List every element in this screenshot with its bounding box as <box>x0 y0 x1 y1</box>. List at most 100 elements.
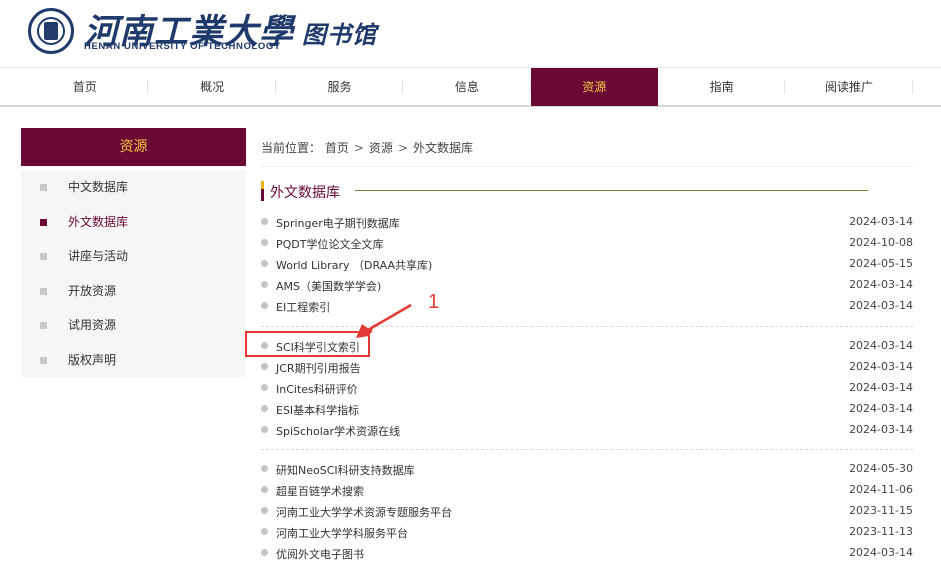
nav-item-overview[interactable]: 概况 <box>148 68 277 106</box>
bullet-dot-icon <box>261 302 268 309</box>
bullet-dot-icon <box>261 486 268 493</box>
list-item[interactable]: ESI基本科学指标 2024-03-14 <box>261 399 913 420</box>
nav-item-home[interactable]: 首页 <box>21 68 149 106</box>
list-item-title[interactable]: 研知NeoSCI科研支持数据库 <box>276 462 415 478</box>
list-group-divider <box>261 449 913 450</box>
list-item-date: 2024-03-14 <box>849 360 913 373</box>
nav-item-services[interactable]: 服务 <box>276 68 404 106</box>
site-header: 河南工業大學 图书馆 HENAN UNIVERSITY OF TECHNOLOGY <box>0 0 941 67</box>
list-item[interactable]: 优阅外文电子图书 2024-03-14 <box>261 543 913 564</box>
bullet-dot-icon <box>261 281 268 288</box>
sidebar-title: 资源 <box>21 128 246 166</box>
bullet-dot-icon <box>261 405 268 412</box>
list-item[interactable]: 研知NeoSCI科研支持数据库 2024-05-30 <box>261 459 913 480</box>
bullet-dot-icon <box>261 239 268 246</box>
list-item-title[interactable]: 河南工业大学学术资源专题服务平台 <box>276 504 452 520</box>
breadcrumb-sep: > <box>397 141 408 155</box>
list-item-title[interactable]: ESI基本科学指标 <box>276 402 359 418</box>
list-group-divider <box>261 326 913 327</box>
bullet-dot-icon <box>261 260 268 267</box>
list-item[interactable]: Springer电子期刊数据库 2024-03-14 <box>261 212 913 233</box>
section-title-rule <box>355 190 868 191</box>
bullet-square-icon <box>40 218 47 226</box>
section-marker-accent <box>261 181 264 189</box>
nav-item-resources[interactable]: 资源 <box>530 68 658 106</box>
logo-en-text: HENAN UNIVERSITY OF TECHNOLOGY <box>84 41 281 52</box>
list-item-date: 2024-05-30 <box>849 462 913 475</box>
list-item-title[interactable]: 优阅外文电子图书 <box>276 546 364 562</box>
bullet-dot-icon <box>261 549 268 556</box>
list-item-title[interactable]: 超星百链学术搜索 <box>276 483 364 499</box>
main-nav: 首页 概况 服务 信息 资源 指南 阅读推广 <box>0 67 941 107</box>
breadcrumb-resources[interactable]: 资源 <box>369 141 393 155</box>
list-item-title[interactable]: PQDT学位论文全文库 <box>276 236 383 252</box>
list-item[interactable]: PQDT学位论文全文库 2024-10-08 <box>261 233 913 254</box>
list-item[interactable]: SpiScholar学术资源在线 2024-03-14 <box>261 420 913 441</box>
list-item-title[interactable]: 河南工业大学学科服务平台 <box>276 525 408 541</box>
bullet-square-icon <box>40 287 47 295</box>
list-item[interactable]: 超星百链学术搜索 2024-11-06 <box>261 480 913 501</box>
sidebar-item-copyright[interactable]: 版权声明 <box>21 343 246 378</box>
bullet-dot-icon <box>261 363 268 370</box>
breadcrumb-prefix: 当前位置： <box>261 141 322 155</box>
list-item-date: 2023-11-13 <box>849 525 913 538</box>
breadcrumb-home[interactable]: 首页 <box>325 141 349 155</box>
list-item-date: 2024-03-14 <box>849 381 913 394</box>
bullet-square-icon <box>40 253 47 260</box>
list-item[interactable]: JCR期刊引用报告 2024-03-14 <box>261 357 913 378</box>
bullet-dot-icon <box>261 218 268 225</box>
bullet-square-icon <box>40 356 47 364</box>
sidebar-item-chinese-db[interactable]: 中文数据库 <box>21 170 246 205</box>
list-item-date: 2024-03-14 <box>849 546 913 559</box>
breadcrumb: 当前位置： 首页 > 资源 > 外文数据库 <box>261 139 473 156</box>
sidebar-item-foreign-db[interactable]: 外文数据库 <box>21 205 246 240</box>
list-item-date: 2024-10-08 <box>849 236 913 249</box>
list-item-title[interactable]: InCites科研评价 <box>276 381 358 397</box>
list-item[interactable]: World Library （DRAA共享库) 2024-05-15 <box>261 254 913 275</box>
bullet-dot-icon <box>261 465 268 472</box>
list-item-title[interactable]: SpiScholar学术资源在线 <box>276 423 400 439</box>
list-item-title[interactable]: JCR期刊引用报告 <box>276 360 361 376</box>
list-item-date: 2024-03-14 <box>849 299 913 312</box>
list-item-date: 2023-11-15 <box>849 504 913 517</box>
list-item-title[interactable]: World Library （DRAA共享库) <box>276 257 432 273</box>
breadcrumb-current[interactable]: 外文数据库 <box>413 141 473 155</box>
nav-item-reading[interactable]: 阅读推广 <box>785 68 914 106</box>
list-item[interactable]: InCites科研评价 2024-03-14 <box>261 378 913 399</box>
sidebar-item-lectures[interactable]: 讲座与活动 <box>21 239 246 274</box>
sidebar-item-trial-resources[interactable]: 试用资源 <box>21 308 246 343</box>
sidebar-item-label: 开放资源 <box>68 283 117 298</box>
list-item-title[interactable]: EI工程索引 <box>276 299 330 315</box>
nav-item-guide[interactable]: 指南 <box>658 68 786 106</box>
sidebar-item-label: 版权声明 <box>68 352 117 367</box>
bullet-dot-icon <box>261 384 268 391</box>
sidebar-item-label: 外文数据库 <box>68 214 129 229</box>
list-item-date: 2024-03-14 <box>849 339 913 352</box>
breadcrumb-divider <box>261 166 913 167</box>
list-item-date: 2024-11-06 <box>849 483 913 496</box>
list-item-date: 2024-05-15 <box>849 257 913 270</box>
university-emblem-icon[interactable] <box>28 8 74 54</box>
list-item[interactable]: EI工程索引 2024-03-14 <box>261 296 913 317</box>
list-item[interactable]: 河南工业大学学术资源专题服务平台 2023-11-15 <box>261 501 913 522</box>
bullet-dot-icon <box>261 507 268 514</box>
list-item-title[interactable]: Springer电子期刊数据库 <box>276 215 400 231</box>
nav-item-info[interactable]: 信息 <box>403 68 531 106</box>
breadcrumb-sep: > <box>353 141 364 155</box>
sidebar-item-label: 中文数据库 <box>68 180 129 194</box>
list-item-date: 2024-03-14 <box>849 423 913 436</box>
list-item-title[interactable]: AMS（美国数学学会) <box>276 278 381 294</box>
list-item-date: 2024-03-14 <box>849 402 913 415</box>
bullet-square-icon <box>40 322 47 329</box>
list-item-date: 2024-03-14 <box>849 278 913 291</box>
sidebar: 中文数据库 外文数据库 讲座与活动 开放资源 试用资源 版权声明 <box>21 170 246 377</box>
section-title: 外文数据库 <box>270 185 340 201</box>
list-item[interactable]: 河南工业大学学科服务平台 2023-11-13 <box>261 522 913 543</box>
list-item[interactable]: AMS（美国数学学会) 2024-03-14 <box>261 275 913 296</box>
bullet-dot-icon <box>261 528 268 535</box>
sidebar-item-label: 试用资源 <box>68 318 117 332</box>
sidebar-item-open-resources[interactable]: 开放资源 <box>21 274 246 309</box>
list-item-date: 2024-03-14 <box>849 215 913 228</box>
bullet-dot-icon <box>261 426 268 433</box>
logo-cn-suffix: 图书馆 <box>302 20 377 49</box>
